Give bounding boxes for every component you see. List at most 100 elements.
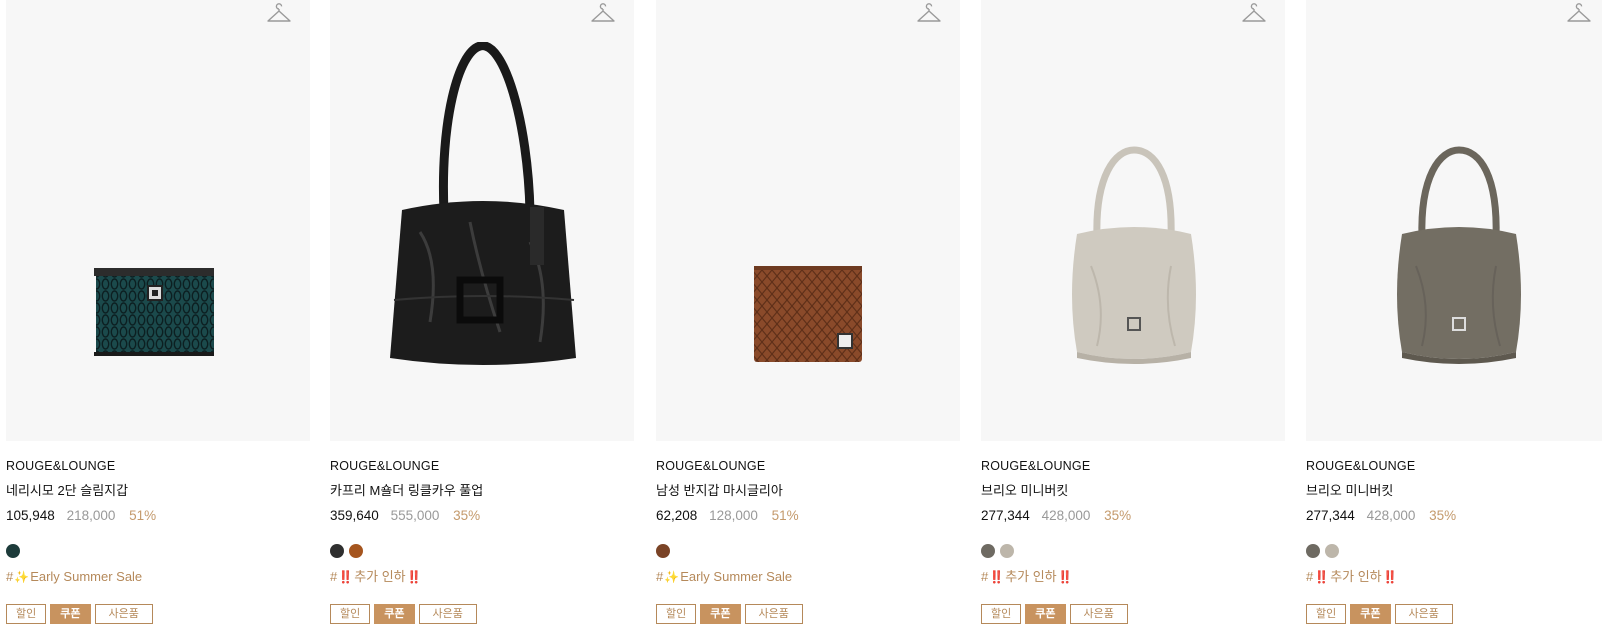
coupon-badge: 쿠폰 — [700, 604, 741, 624]
product-name[interactable]: 브리오 미니버킷 — [981, 483, 1285, 499]
discount-rate: 35% — [453, 508, 481, 523]
coupon-badge: 쿠폰 — [1350, 604, 1391, 624]
sale-price: 105,948 — [6, 508, 55, 523]
hash-symbol: # — [981, 569, 989, 584]
product-image[interactable] — [981, 0, 1285, 441]
discount-rate: 35% — [1429, 508, 1457, 523]
color-swatch[interactable] — [981, 544, 995, 558]
coupon-badge: 쿠폰 — [1025, 604, 1066, 624]
product-card[interactable]: ROUGE&LOUNGE 네리시모 2단 슬림지갑 105,948 218,00… — [6, 0, 310, 624]
color-swatch[interactable] — [349, 544, 363, 558]
hanger-icon[interactable] — [1566, 3, 1592, 25]
product-grid: ROUGE&LOUNGE 네리시모 2단 슬림지갑 105,948 218,00… — [0, 0, 1602, 631]
double-exclamation-icon: ‼️ — [1314, 570, 1330, 584]
gift-badge: 사은품 — [94, 604, 153, 624]
hash-symbol: # — [330, 569, 338, 584]
discount-badge: 할인 — [981, 604, 1022, 624]
discount-badge: 할인 — [1306, 604, 1347, 624]
sparkles-icon: ✨ — [14, 570, 30, 584]
discount-badge: 할인 — [330, 604, 371, 624]
double-exclamation-icon: ‼️ — [1057, 570, 1073, 584]
gift-badge: 사은품 — [418, 604, 477, 624]
hash-symbol: # — [1306, 569, 1314, 584]
original-price: 555,000 — [390, 508, 440, 523]
price-row: 277,344 428,000 35% — [981, 508, 1285, 524]
wallet-image — [754, 266, 862, 362]
color-swatches — [1306, 544, 1602, 559]
gift-badge: 사은품 — [1069, 604, 1128, 624]
bucket-bag-image — [1397, 146, 1521, 364]
sale-price: 277,344 — [981, 508, 1030, 523]
price-row: 277,344 428,000 35% — [1306, 508, 1602, 524]
product-image[interactable] — [656, 0, 960, 441]
sale-price: 62,208 — [656, 508, 698, 523]
original-price: 128,000 — [709, 508, 758, 523]
price-row: 62,208 128,000 51% — [656, 508, 960, 524]
promo-tag[interactable]: #‼️추가 인하‼️ — [1306, 567, 1602, 587]
promo-tag[interactable]: #✨Early Summer Sale — [6, 567, 310, 587]
promo-tag-text: 추가 인하 — [1330, 569, 1382, 584]
brand-name: ROUGE&LOUNGE — [6, 459, 116, 473]
hash-symbol: # — [656, 569, 664, 584]
color-swatches — [656, 544, 960, 559]
hanger-icon[interactable] — [916, 3, 942, 25]
color-swatches — [330, 544, 634, 559]
double-exclamation-icon: ‼️ — [1382, 570, 1398, 584]
benefit-badges: 할인 쿠폰 사은품 — [656, 604, 960, 624]
coupon-badge: 쿠폰 — [374, 604, 415, 624]
promo-tag[interactable]: #‼️추가 인하‼️ — [330, 567, 634, 587]
promo-tag[interactable]: #✨Early Summer Sale — [656, 567, 960, 587]
benefit-badges: 할인 쿠폰 사은품 — [1306, 604, 1602, 624]
price-row: 359,640 555,000 35% — [330, 508, 634, 524]
color-swatch[interactable] — [1325, 544, 1339, 558]
product-card[interactable]: ROUGE&LOUNGE 남성 반지갑 마시글리아 62,208 128,000… — [656, 0, 960, 624]
promo-tag[interactable]: #‼️추가 인하‼️ — [981, 567, 1285, 587]
sale-price: 359,640 — [330, 508, 379, 523]
brand-name: ROUGE&LOUNGE — [1306, 459, 1416, 473]
bucket-bag-image — [1072, 146, 1196, 364]
promo-tag-text: Early Summer Sale — [680, 569, 793, 584]
product-name[interactable]: 카프리 M숄더 링클카우 풀업 — [330, 483, 634, 499]
original-price: 218,000 — [66, 508, 116, 523]
hanger-icon[interactable] — [1241, 3, 1267, 25]
product-image[interactable] — [6, 0, 310, 441]
promo-tag-text: Early Summer Sale — [30, 569, 143, 584]
color-swatch[interactable] — [330, 544, 344, 558]
brand-name: ROUGE&LOUNGE — [981, 459, 1091, 473]
product-name[interactable]: 네리시모 2단 슬림지갑 — [6, 483, 310, 499]
product-card[interactable]: ROUGE&LOUNGE 카프리 M숄더 링클카우 풀업 359,640 555… — [330, 0, 634, 624]
color-swatch[interactable] — [6, 544, 20, 558]
gift-badge: 사은품 — [744, 604, 803, 624]
original-price: 428,000 — [1366, 508, 1416, 523]
wallet-image — [94, 268, 214, 356]
discount-rate: 51% — [129, 508, 157, 523]
sale-price: 277,344 — [1306, 508, 1355, 523]
double-exclamation-icon: ‼️ — [989, 570, 1005, 584]
promo-tag-text: 추가 인하 — [1005, 569, 1057, 584]
product-card[interactable]: ROUGE&LOUNGE 브리오 미니버킷 277,344 428,000 35… — [1306, 0, 1602, 624]
color-swatches — [6, 544, 310, 559]
brand-name: ROUGE&LOUNGE — [656, 459, 766, 473]
product-image[interactable] — [1306, 0, 1602, 441]
sparkles-icon: ✨ — [664, 570, 680, 584]
benefit-badges: 할인 쿠폰 사은품 — [330, 604, 634, 624]
hanger-icon[interactable] — [266, 3, 292, 25]
original-price: 428,000 — [1041, 508, 1091, 523]
product-name[interactable]: 남성 반지갑 마시글리아 — [656, 483, 960, 499]
double-exclamation-icon: ‼️ — [338, 570, 354, 584]
product-name[interactable]: 브리오 미니버킷 — [1306, 483, 1602, 499]
price-row: 105,948 218,000 51% — [6, 508, 310, 524]
discount-badge: 할인 — [656, 604, 697, 624]
product-card[interactable]: ROUGE&LOUNGE 브리오 미니버킷 277,344 428,000 35… — [981, 0, 1285, 624]
promo-tag-text: 추가 인하 — [354, 569, 406, 584]
product-image[interactable] — [330, 0, 634, 441]
color-swatch[interactable] — [1000, 544, 1014, 558]
brand-name: ROUGE&LOUNGE — [330, 459, 440, 473]
hanger-icon[interactable] — [590, 3, 616, 25]
gift-badge: 사은품 — [1394, 604, 1453, 624]
color-swatch[interactable] — [656, 544, 670, 558]
color-swatch[interactable] — [1306, 544, 1320, 558]
coupon-badge: 쿠폰 — [50, 604, 91, 624]
color-swatches — [981, 544, 1285, 559]
hash-symbol: # — [6, 569, 14, 584]
